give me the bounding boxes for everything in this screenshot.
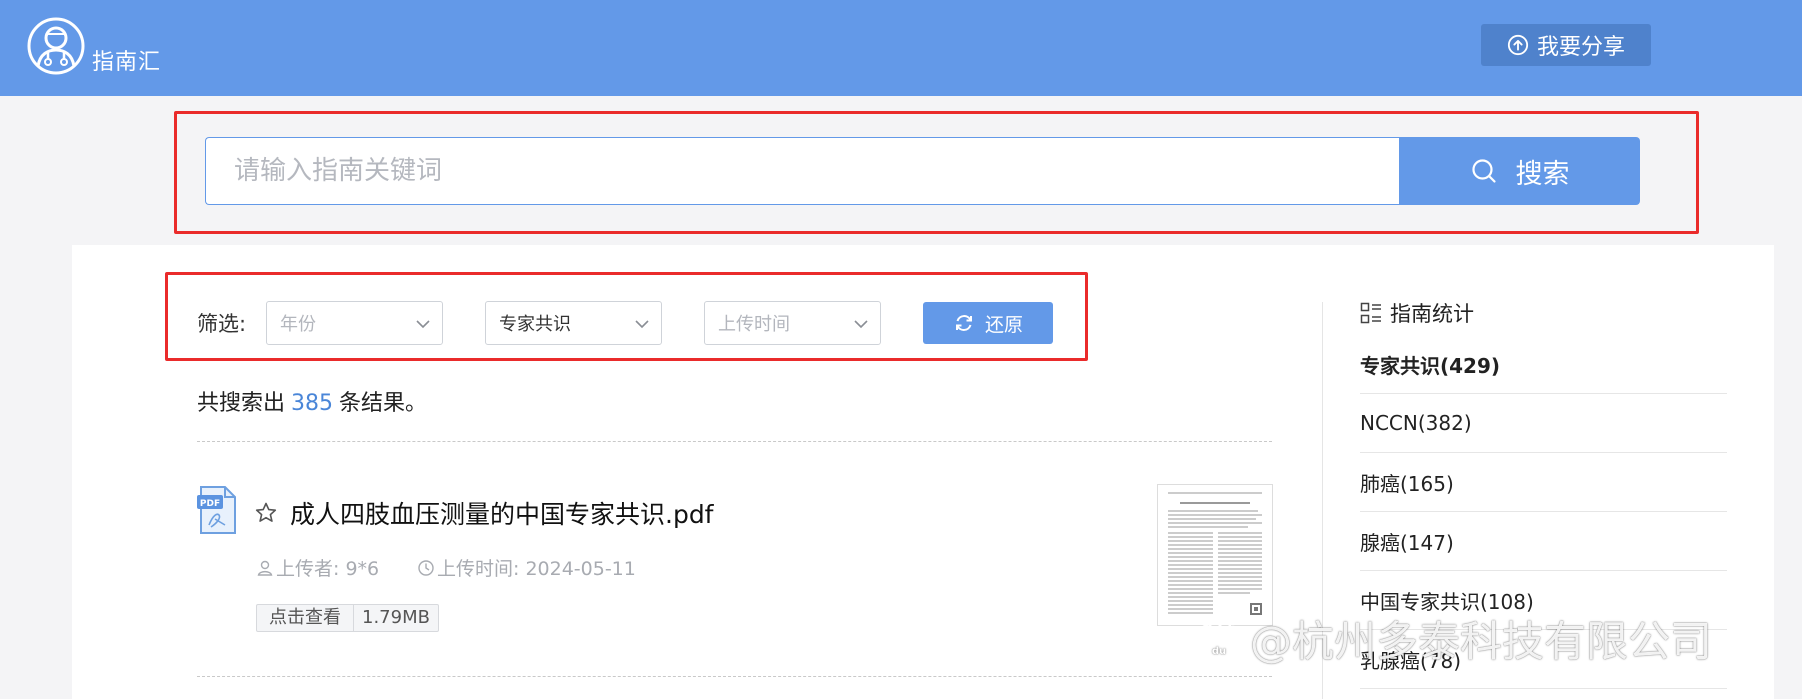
sidebar-item-nccn[interactable]: NCCN(382) [1360,394,1727,453]
file-size: 1.79MB [362,607,430,628]
refresh-icon [955,315,972,331]
user-icon [257,560,273,576]
result-upload-time: 上传时间: 2024-05-11 [417,554,636,581]
upload-time-select[interactable]: 上传时间 [704,301,881,345]
divider [197,676,1272,677]
svg-text:PDF: PDF [200,499,220,509]
document-thumbnail[interactable] [1157,484,1273,626]
filter-row: 筛选: 年份 专家共识 上传时间 还原 [197,301,1053,345]
clock-icon [418,559,434,576]
chevron-down-icon [416,320,430,329]
sidebar-heading: 指南统计 [1360,298,1474,328]
search-button[interactable]: 搜索 [1399,137,1640,205]
sidebar-item-adenocarcinoma[interactable]: 腺癌(147) [1360,512,1727,571]
view-button[interactable]: 点击查看 [257,605,354,631]
chevron-down-icon [635,320,649,329]
sidebar-item-lung-cancer[interactable]: 肺癌(165) [1360,453,1727,512]
brand-name: 指南汇 [92,50,162,75]
results-count: 共搜索出 385 条结果。 [197,385,427,417]
results-number: 385 [291,391,334,416]
upload-circle-icon [1507,34,1529,56]
category-select-value: 专家共识 [499,314,571,335]
chevron-down-icon [854,320,868,329]
result-tags: 点击查看 1.79MB [256,604,439,632]
search-input[interactable] [205,137,1399,205]
share-button[interactable]: 我要分享 [1481,24,1651,66]
divider [197,441,1272,442]
sidebar-item-expert-consensus[interactable]: 专家共识(429) [1360,335,1727,394]
star-outline-icon[interactable] [254,501,278,525]
paw-logo-icon: du [1199,616,1240,660]
results-prefix: 共搜索出 [197,391,286,416]
result-upload-time-text: 上传时间: 2024-05-11 [437,558,636,580]
pdf-file-icon: PDF [197,485,239,535]
result-uploader: 上传者: 9*6 [256,554,379,581]
search-button-label: 搜索 [1515,158,1570,190]
grid-list-icon [1360,302,1381,324]
year-select[interactable]: 年份 [266,301,443,345]
watermark: du @杭州多泰科技有限公司 [1196,608,1712,669]
filter-label: 筛选: [197,312,247,336]
result-uploader-text: 上传者: 9*6 [276,558,380,580]
year-select-value: 年份 [280,314,316,335]
results-suffix: 条结果。 [339,391,428,416]
top-header: 指南汇 我要分享 [0,0,1802,96]
category-select[interactable]: 专家共识 [485,301,662,345]
restore-button-label: 还原 [984,313,1023,336]
doctor-logo-icon[interactable] [26,16,86,76]
share-button-label: 我要分享 [1536,35,1625,60]
sidebar-title: 指南统计 [1390,302,1474,326]
search-bar: 搜索 [205,137,1640,205]
upload-time-select-value: 上传时间 [718,314,790,335]
search-icon [1471,159,1496,183]
watermark-text: @杭州多泰科技有限公司 [1250,617,1713,666]
result-title-link[interactable]: 成人四肢血压测量的中国专家共识.pdf [290,495,714,531]
restore-button[interactable]: 还原 [923,302,1053,344]
svg-text:du: du [1212,646,1226,657]
